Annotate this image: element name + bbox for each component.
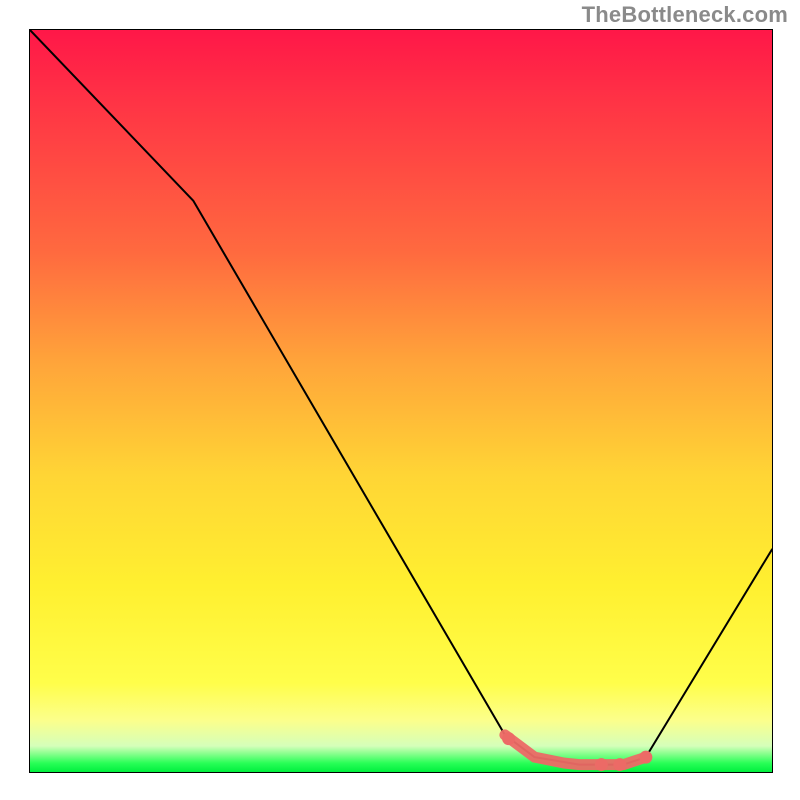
bottleneck-curve (30, 30, 772, 765)
plot-svg (30, 30, 772, 772)
chart-stage: TheBottleneck.com (0, 0, 800, 800)
highlight-dot (639, 751, 652, 764)
highlight-dot (502, 732, 515, 745)
highlight-dot (613, 758, 626, 771)
plot-frame (29, 29, 773, 773)
watermark-text: TheBottleneck.com (582, 2, 788, 28)
highlight-segment (505, 735, 646, 765)
highlight-dot (595, 758, 608, 771)
